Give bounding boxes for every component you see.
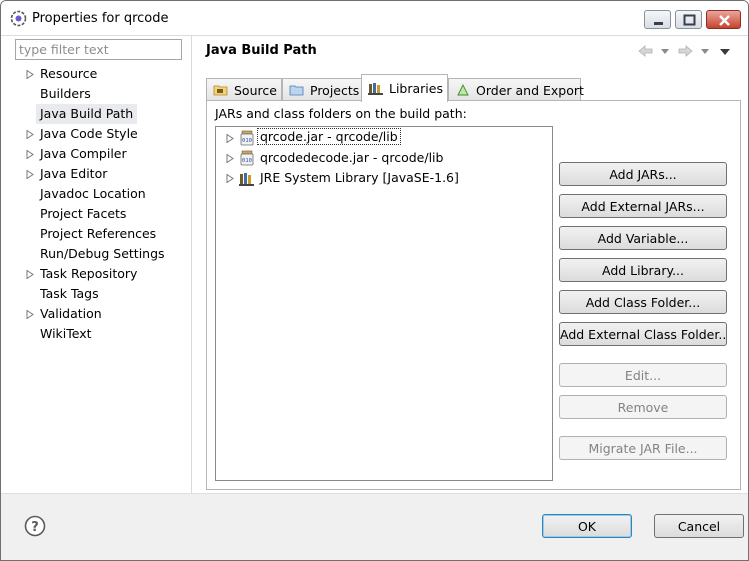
remove-button[interactable]: Remove [559,395,727,419]
nav-item-label: Project References [40,226,157,241]
nav-item-label: Task Tags [40,286,99,301]
view-menu-icon[interactable] [717,44,733,58]
tab-label: Source [234,83,277,98]
expand-arrow-icon[interactable] [26,310,34,319]
window-title: Properties for qrcode [32,11,169,26]
nav-item-builders[interactable]: Builders [1,84,191,104]
tree-row-label: qrcodedecode.jar - qrcode/lib [260,150,444,165]
back-nav-icon[interactable] [637,44,671,58]
splitter[interactable] [191,36,192,494]
tab-label: Libraries [389,81,443,96]
edit-button[interactable]: Edit... [559,363,727,387]
ok-button[interactable]: OK [542,514,632,538]
expand-arrow-icon[interactable] [26,170,34,179]
add-library-button[interactable]: Add Library... [559,258,727,282]
tab-projects[interactable]: Projects [282,78,362,101]
nav-item-label: WikiText [40,326,92,341]
expand-arrow-icon[interactable] [26,130,34,139]
tab-label: Order and Export [476,83,584,98]
properties-dialog: Properties for qrcode Resource Builders Ja… [0,0,749,561]
add-external-class-folder-button[interactable]: Add External Class Folder... [559,322,727,346]
jre-library-icon [239,173,254,186]
add-class-folder-button[interactable]: Add Class Folder... [559,290,727,314]
expand-arrow-icon[interactable] [26,70,34,79]
nav-item-run-debug-settings[interactable]: Run/Debug Settings [1,244,191,264]
tree-row-label: qrcode.jar - qrcode/lib [257,128,401,145]
nav-item-java-build-path[interactable]: Java Build Path [1,104,191,124]
nav-item-project-references[interactable]: Project References [1,224,191,244]
dialog-body: Resource Builders Java Build Path Java Code… [1,35,748,494]
nav-item-javadoc-location[interactable]: Javadoc Location [1,184,191,204]
nav-item-java-editor[interactable]: Java Editor [1,164,191,184]
nav-item-label: Java Build Path [36,104,138,124]
title-bar: Properties for qrcode [1,1,748,35]
nav-item-label: Run/Debug Settings [40,246,165,261]
expand-arrow-icon[interactable] [226,154,234,163]
add-variable-button[interactable]: Add Variable... [559,226,727,250]
svg-text:?: ? [31,520,39,535]
maximize-icon [683,14,696,26]
help-icon[interactable]: ? [24,515,46,537]
nav-item-wikitext[interactable]: WikiText [1,324,191,344]
minimize-icon [654,22,663,25]
nav-item-label: Java Editor [40,166,108,181]
maximize-button[interactable] [675,10,702,29]
nav-item-label: Project Facets [40,206,127,221]
filter-input[interactable] [15,39,182,60]
expand-arrow-icon[interactable] [226,134,234,143]
svg-text:010: 010 [242,138,252,144]
build-path-tree[interactable]: 010 qrcode.jar - qrcode/lib 010 qrcodede… [215,126,553,481]
close-icon [719,15,730,26]
tab-order-and-export[interactable]: Order and Export [448,78,584,101]
page-title: Java Build Path [206,43,317,58]
tab-source[interactable]: Source [206,78,282,101]
nav-item-label: Java Code Style [40,126,138,141]
nav-item-java-code-style[interactable]: Java Code Style [1,124,191,144]
nav-item-validation[interactable]: Validation [1,304,191,324]
nav-item-label: Task Repository [40,266,138,281]
add-jars-button[interactable]: Add JARs... [559,162,727,186]
nav-item-project-facets[interactable]: Project Facets [1,204,191,224]
nav-item-java-compiler[interactable]: Java Compiler [1,144,191,164]
migrate-jar-button[interactable]: Migrate JAR File... [559,436,727,460]
tree-row-qrcode-jar[interactable]: 010 qrcode.jar - qrcode/lib [216,128,552,148]
order-export-icon [457,83,469,96]
close-button[interactable] [706,10,741,29]
library-icon [368,83,383,95]
nav-item-label: Builders [40,86,91,101]
tree-row-qrcodedecode-jar[interactable]: 010 qrcodedecode.jar - qrcode/lib [216,148,552,168]
jar-icon: 010 [240,150,254,166]
expand-arrow-icon[interactable] [26,270,34,279]
nav-item-resource[interactable]: Resource [1,64,191,84]
tree-row-label: JRE System Library [JavaSE-1.6] [260,170,459,185]
tree-row-jre-system-library[interactable]: JRE System Library [JavaSE-1.6] [216,168,552,188]
cancel-button[interactable]: Cancel [654,514,744,538]
svg-text:010: 010 [242,158,252,164]
expand-arrow-icon[interactable] [26,150,34,159]
tab-label: Projects [310,83,360,98]
tab-libraries[interactable]: Libraries [361,74,448,102]
source-folder-icon [213,85,228,96]
nav-item-label: Java Compiler [40,146,127,161]
libraries-caption: JARs and class folders on the build path… [215,106,467,121]
jar-icon: 010 [240,130,254,146]
minimize-button[interactable] [644,10,671,29]
nav-item-task-repository[interactable]: Task Repository [1,264,191,284]
nav-item-label: Validation [40,306,102,321]
nav-item-label: Javadoc Location [40,186,146,201]
button-bar: ? OK Cancel [1,493,748,560]
add-external-jars-button[interactable]: Add External JARs... [559,194,727,218]
expand-arrow-icon[interactable] [226,174,234,183]
forward-nav-icon[interactable] [677,44,711,58]
nav-item-label: Resource [40,66,98,81]
eclipse-gear-icon [10,10,27,27]
project-folder-icon [289,85,304,96]
libraries-panel: JARs and class folders on the build path… [206,100,741,490]
nav-item-task-tags[interactable]: Task Tags [1,284,191,304]
